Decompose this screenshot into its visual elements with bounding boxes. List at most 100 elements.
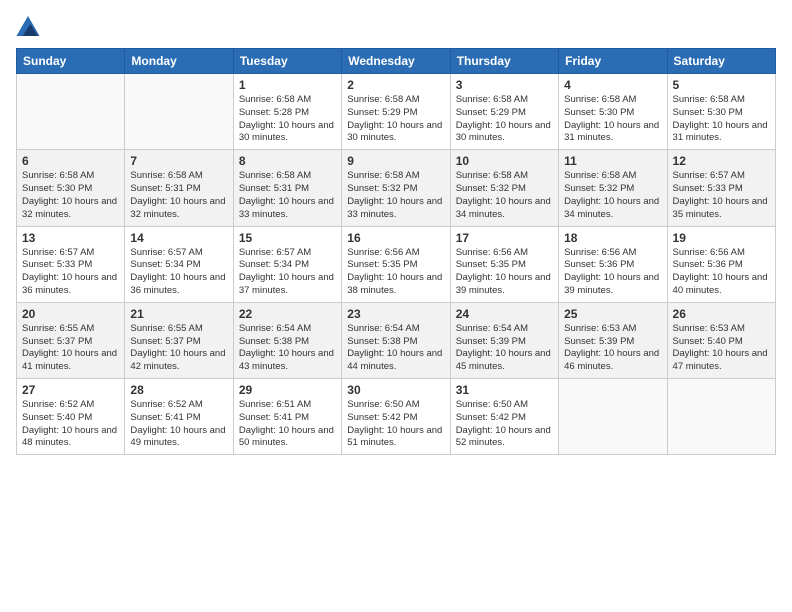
day-number: 12 xyxy=(673,154,770,168)
day-info: Sunrise: 6:58 AM Sunset: 5:31 PM Dayligh… xyxy=(239,170,336,221)
day-number: 24 xyxy=(456,307,553,321)
calendar-cell: 2 Sunrise: 6:58 AM Sunset: 5:29 PM Daylig… xyxy=(342,74,450,150)
calendar-cell: 29 Sunrise: 6:51 AM Sunset: 5:41 PM Dayli… xyxy=(233,379,341,455)
day-info: Sunrise: 6:57 AM Sunset: 5:33 PM Dayligh… xyxy=(22,247,119,298)
day-header-saturday: Saturday xyxy=(667,49,775,74)
calendar-cell: 20 Sunrise: 6:55 AM Sunset: 5:37 PM Dayli… xyxy=(17,302,125,378)
logo-icon xyxy=(16,16,40,36)
calendar-cell xyxy=(559,379,667,455)
day-header-thursday: Thursday xyxy=(450,49,558,74)
day-info: Sunrise: 6:58 AM Sunset: 5:31 PM Dayligh… xyxy=(130,170,227,221)
day-info: Sunrise: 6:56 AM Sunset: 5:36 PM Dayligh… xyxy=(564,247,661,298)
day-info: Sunrise: 6:52 AM Sunset: 5:41 PM Dayligh… xyxy=(130,399,227,450)
day-number: 25 xyxy=(564,307,661,321)
day-header-friday: Friday xyxy=(559,49,667,74)
day-number: 4 xyxy=(564,78,661,92)
calendar-table: SundayMondayTuesdayWednesdayThursdayFrid… xyxy=(16,48,776,455)
day-number: 21 xyxy=(130,307,227,321)
day-number: 13 xyxy=(22,231,119,245)
calendar-cell: 9 Sunrise: 6:58 AM Sunset: 5:32 PM Daylig… xyxy=(342,150,450,226)
day-info: Sunrise: 6:58 AM Sunset: 5:30 PM Dayligh… xyxy=(22,170,119,221)
calendar-week-3: 13 Sunrise: 6:57 AM Sunset: 5:33 PM Dayli… xyxy=(17,226,776,302)
calendar-cell: 25 Sunrise: 6:53 AM Sunset: 5:39 PM Dayli… xyxy=(559,302,667,378)
day-number: 15 xyxy=(239,231,336,245)
day-number: 9 xyxy=(347,154,444,168)
day-number: 18 xyxy=(564,231,661,245)
page-header xyxy=(16,16,776,36)
day-number: 22 xyxy=(239,307,336,321)
day-info: Sunrise: 6:50 AM Sunset: 5:42 PM Dayligh… xyxy=(347,399,444,450)
calendar-cell xyxy=(667,379,775,455)
day-number: 5 xyxy=(673,78,770,92)
day-info: Sunrise: 6:58 AM Sunset: 5:29 PM Dayligh… xyxy=(347,94,444,145)
day-number: 31 xyxy=(456,383,553,397)
calendar-cell: 11 Sunrise: 6:58 AM Sunset: 5:32 PM Dayli… xyxy=(559,150,667,226)
calendar-week-5: 27 Sunrise: 6:52 AM Sunset: 5:40 PM Dayli… xyxy=(17,379,776,455)
calendar-cell: 21Sunrise: 6:55 AM Sunset: 5:37 PM Dayli… xyxy=(125,302,233,378)
day-info: Sunrise: 6:52 AM Sunset: 5:40 PM Dayligh… xyxy=(22,399,119,450)
calendar-cell: 23Sunrise: 6:54 AM Sunset: 5:38 PM Dayli… xyxy=(342,302,450,378)
calendar-cell: 27 Sunrise: 6:52 AM Sunset: 5:40 PM Dayli… xyxy=(17,379,125,455)
day-info: Sunrise: 6:50 AM Sunset: 5:42 PM Dayligh… xyxy=(456,399,553,450)
calendar-cell: 7Sunrise: 6:58 AM Sunset: 5:31 PM Daylig… xyxy=(125,150,233,226)
day-info: Sunrise: 6:54 AM Sunset: 5:38 PM Dayligh… xyxy=(347,323,444,374)
day-info: Sunrise: 6:55 AM Sunset: 5:37 PM Dayligh… xyxy=(22,323,119,374)
day-number: 30 xyxy=(347,383,444,397)
calendar-cell: 30 Sunrise: 6:50 AM Sunset: 5:42 PM Dayli… xyxy=(342,379,450,455)
calendar-cell: 13 Sunrise: 6:57 AM Sunset: 5:33 PM Dayli… xyxy=(17,226,125,302)
calendar-cell: 4 Sunrise: 6:58 AM Sunset: 5:30 PM Daylig… xyxy=(559,74,667,150)
calendar-cell: 1 Sunrise: 6:58 AM Sunset: 5:28 PM Daylig… xyxy=(233,74,341,150)
day-header-wednesday: Wednesday xyxy=(342,49,450,74)
day-number: 10 xyxy=(456,154,553,168)
day-info: Sunrise: 6:58 AM Sunset: 5:32 PM Dayligh… xyxy=(564,170,661,221)
day-header-monday: Monday xyxy=(125,49,233,74)
calendar-cell: 8Sunrise: 6:58 AM Sunset: 5:31 PM Daylig… xyxy=(233,150,341,226)
day-info: Sunrise: 6:58 AM Sunset: 5:30 PM Dayligh… xyxy=(564,94,661,145)
calendar-cell xyxy=(17,74,125,150)
calendar-cell: 5Sunrise: 6:58 AM Sunset: 5:30 PM Daylig… xyxy=(667,74,775,150)
day-info: Sunrise: 6:58 AM Sunset: 5:32 PM Dayligh… xyxy=(456,170,553,221)
day-info: Sunrise: 6:54 AM Sunset: 5:38 PM Dayligh… xyxy=(239,323,336,374)
day-info: Sunrise: 6:58 AM Sunset: 5:28 PM Dayligh… xyxy=(239,94,336,145)
day-number: 1 xyxy=(239,78,336,92)
day-number: 28 xyxy=(130,383,227,397)
calendar-cell: 18 Sunrise: 6:56 AM Sunset: 5:36 PM Dayli… xyxy=(559,226,667,302)
calendar-cell: 12Sunrise: 6:57 AM Sunset: 5:33 PM Dayli… xyxy=(667,150,775,226)
day-header-tuesday: Tuesday xyxy=(233,49,341,74)
calendar-week-1: 1 Sunrise: 6:58 AM Sunset: 5:28 PM Daylig… xyxy=(17,74,776,150)
day-number: 6 xyxy=(22,154,119,168)
day-number: 2 xyxy=(347,78,444,92)
calendar-cell: 28 Sunrise: 6:52 AM Sunset: 5:41 PM Dayli… xyxy=(125,379,233,455)
day-number: 27 xyxy=(22,383,119,397)
day-number: 3 xyxy=(456,78,553,92)
day-info: Sunrise: 6:56 AM Sunset: 5:35 PM Dayligh… xyxy=(347,247,444,298)
logo xyxy=(16,16,44,36)
day-info: Sunrise: 6:57 AM Sunset: 5:34 PM Dayligh… xyxy=(239,247,336,298)
calendar-cell: 3 Sunrise: 6:58 AM Sunset: 5:29 PM Daylig… xyxy=(450,74,558,150)
calendar-cell: 14Sunrise: 6:57 AM Sunset: 5:34 PM Dayli… xyxy=(125,226,233,302)
day-number: 26 xyxy=(673,307,770,321)
day-info: Sunrise: 6:53 AM Sunset: 5:39 PM Dayligh… xyxy=(564,323,661,374)
calendar-cell: 10 Sunrise: 6:58 AM Sunset: 5:32 PM Dayli… xyxy=(450,150,558,226)
calendar-cell: 19Sunrise: 6:56 AM Sunset: 5:36 PM Dayli… xyxy=(667,226,775,302)
day-number: 14 xyxy=(130,231,227,245)
day-number: 29 xyxy=(239,383,336,397)
calendar-cell: 22 Sunrise: 6:54 AM Sunset: 5:38 PM Dayli… xyxy=(233,302,341,378)
calendar-cell: 26Sunrise: 6:53 AM Sunset: 5:40 PM Dayli… xyxy=(667,302,775,378)
day-info: Sunrise: 6:58 AM Sunset: 5:32 PM Dayligh… xyxy=(347,170,444,221)
calendar-week-4: 20 Sunrise: 6:55 AM Sunset: 5:37 PM Dayli… xyxy=(17,302,776,378)
day-number: 20 xyxy=(22,307,119,321)
calendar-header-row: SundayMondayTuesdayWednesdayThursdayFrid… xyxy=(17,49,776,74)
day-info: Sunrise: 6:51 AM Sunset: 5:41 PM Dayligh… xyxy=(239,399,336,450)
calendar-cell: 24 Sunrise: 6:54 AM Sunset: 5:39 PM Dayli… xyxy=(450,302,558,378)
day-number: 11 xyxy=(564,154,661,168)
calendar-week-2: 6 Sunrise: 6:58 AM Sunset: 5:30 PM Daylig… xyxy=(17,150,776,226)
calendar-cell: 6 Sunrise: 6:58 AM Sunset: 5:30 PM Daylig… xyxy=(17,150,125,226)
calendar-cell: 31 Sunrise: 6:50 AM Sunset: 5:42 PM Dayli… xyxy=(450,379,558,455)
day-info: Sunrise: 6:54 AM Sunset: 5:39 PM Dayligh… xyxy=(456,323,553,374)
calendar-cell xyxy=(125,74,233,150)
calendar-cell: 16Sunrise: 6:56 AM Sunset: 5:35 PM Dayli… xyxy=(342,226,450,302)
day-info: Sunrise: 6:58 AM Sunset: 5:29 PM Dayligh… xyxy=(456,94,553,145)
day-info: Sunrise: 6:56 AM Sunset: 5:36 PM Dayligh… xyxy=(673,247,770,298)
day-header-sunday: Sunday xyxy=(17,49,125,74)
